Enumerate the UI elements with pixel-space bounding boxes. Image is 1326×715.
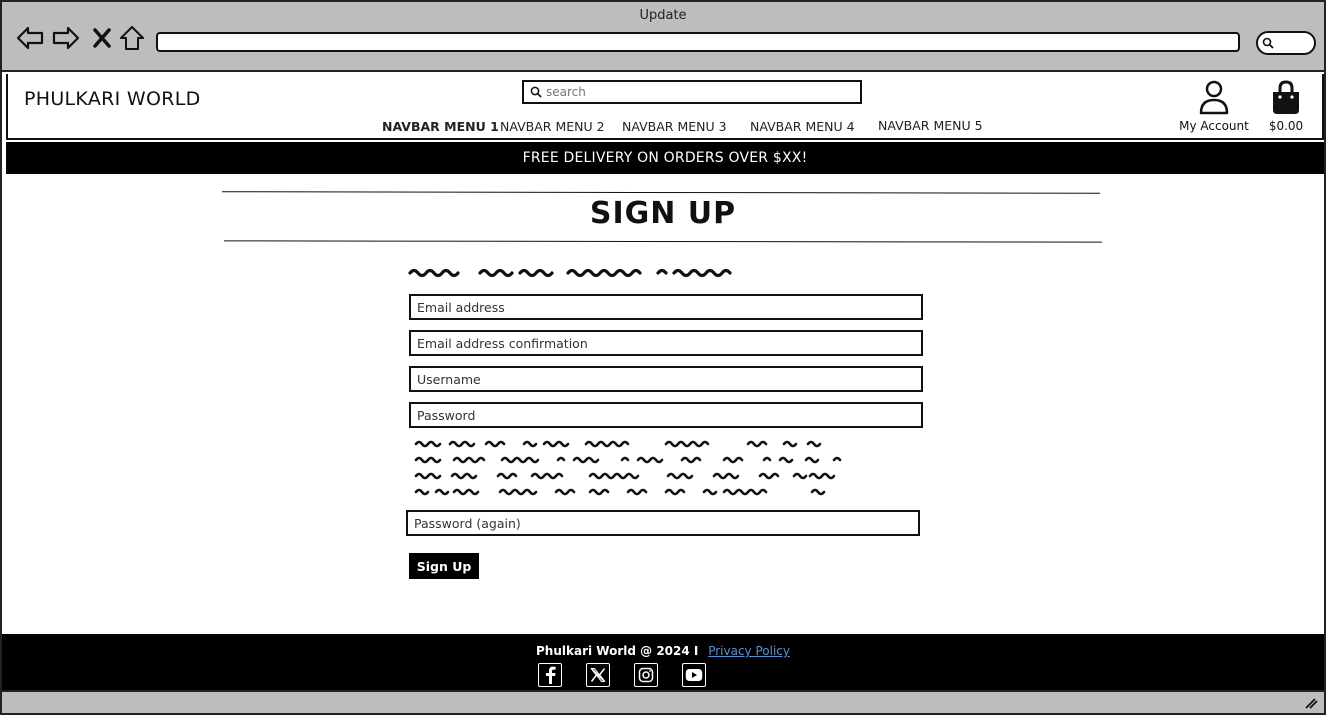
email-field[interactable] bbox=[409, 294, 923, 320]
username-field[interactable] bbox=[409, 366, 923, 392]
username-input[interactable] bbox=[417, 371, 921, 387]
nav-item-1[interactable]: NAVBAR MENU 1 bbox=[382, 119, 500, 134]
search-icon bbox=[530, 86, 542, 98]
nav-item-2[interactable]: NAVBAR MENU 2 bbox=[500, 119, 622, 134]
browser-window: Update PHULKARI WORLD NAVBAR MENU 1 NAVB… bbox=[0, 0, 1326, 715]
email-confirm-field[interactable] bbox=[409, 330, 923, 356]
nav-item-5[interactable]: NAVBAR MENU 5 bbox=[878, 118, 988, 133]
search-input[interactable] bbox=[546, 85, 846, 99]
navbar: NAVBAR MENU 1 NAVBAR MENU 2 NAVBAR MENU … bbox=[382, 118, 988, 134]
my-account-link[interactable]: My Account bbox=[1174, 80, 1254, 133]
my-account-label: My Account bbox=[1179, 119, 1249, 133]
shopping-bag-icon bbox=[1273, 80, 1299, 114]
page-title: SIGN UP bbox=[589, 196, 737, 231]
password-field[interactable] bbox=[409, 402, 923, 428]
delivery-banner: FREE DELIVERY ON ORDERS OVER $XX! bbox=[6, 142, 1324, 174]
browser-chrome: Update bbox=[2, 2, 1324, 72]
banner-text: FREE DELIVERY ON ORDERS OVER $XX! bbox=[522, 150, 808, 166]
social-links bbox=[538, 663, 730, 687]
privacy-policy-link[interactable]: Privacy Policy bbox=[708, 644, 790, 658]
x-icon[interactable] bbox=[586, 663, 610, 687]
url-bar[interactable] bbox=[156, 32, 1240, 52]
browser-status-bar bbox=[2, 690, 1324, 713]
browser-search-field[interactable] bbox=[1256, 31, 1316, 55]
instagram-icon[interactable] bbox=[634, 663, 658, 687]
window-title: Update bbox=[639, 8, 687, 23]
home-icon[interactable] bbox=[118, 24, 146, 52]
footer-copyright: Phulkari World @ 2024 I bbox=[536, 644, 699, 658]
cart-link[interactable]: $0.00 bbox=[1264, 80, 1308, 133]
password-again-field[interactable] bbox=[406, 510, 920, 536]
footer-line: Phulkari World @ 2024 I Privacy Policy bbox=[2, 644, 1324, 658]
site-footer: Phulkari World @ 2024 I Privacy Policy bbox=[2, 634, 1324, 690]
magnifier-icon bbox=[1262, 37, 1274, 49]
forward-icon[interactable] bbox=[52, 24, 80, 52]
back-icon[interactable] bbox=[16, 24, 44, 52]
email-confirm-input[interactable] bbox=[417, 335, 921, 351]
nav-item-4[interactable]: NAVBAR MENU 4 bbox=[750, 119, 878, 134]
password-again-input[interactable] bbox=[414, 515, 918, 531]
user-icon bbox=[1199, 80, 1229, 115]
intro-scribble bbox=[408, 268, 732, 278]
sign-up-button[interactable]: Sign Up bbox=[409, 553, 479, 579]
email-input[interactable] bbox=[417, 299, 921, 315]
password-help-scribble bbox=[414, 440, 842, 496]
facebook-icon[interactable] bbox=[538, 663, 562, 687]
resize-grip-icon[interactable] bbox=[1304, 697, 1318, 709]
youtube-icon[interactable] bbox=[682, 663, 706, 687]
stop-icon[interactable] bbox=[90, 24, 114, 52]
cart-total: $0.00 bbox=[1268, 119, 1304, 133]
nav-item-3[interactable]: NAVBAR MENU 3 bbox=[622, 119, 750, 134]
site-header: PHULKARI WORLD NAVBAR MENU 1 NAVBAR MENU… bbox=[6, 74, 1324, 140]
password-input[interactable] bbox=[417, 407, 921, 423]
site-search[interactable] bbox=[522, 80, 862, 104]
site-logo[interactable]: PHULKARI WORLD bbox=[24, 88, 201, 110]
title-bottom-rule bbox=[223, 240, 1103, 243]
title-top-rule bbox=[221, 191, 1101, 194]
